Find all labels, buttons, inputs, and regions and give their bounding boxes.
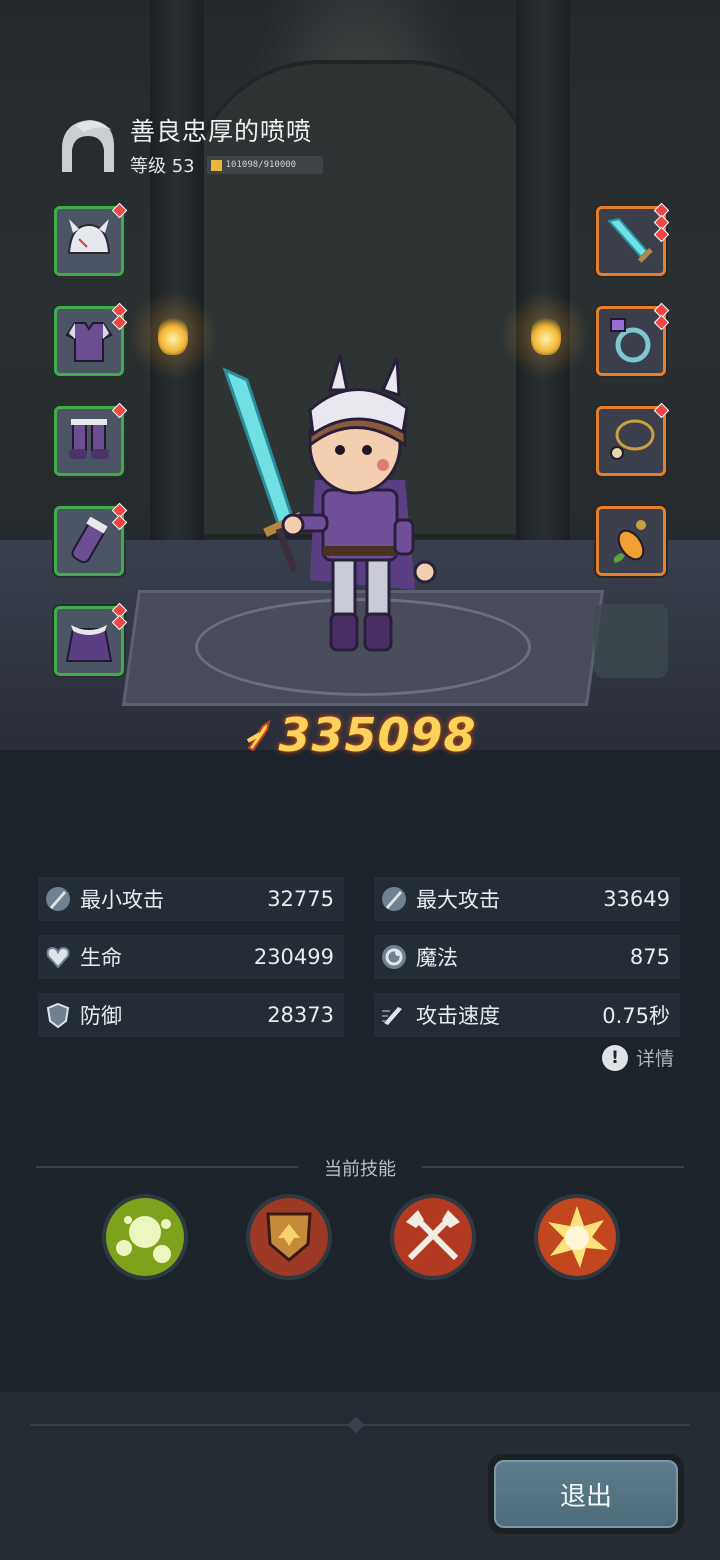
equip-slot-weapon[interactable] (596, 202, 670, 276)
exp-text: 101098/910000 (225, 160, 297, 170)
sword-stat-icon (46, 887, 70, 911)
level-row: 等级 53 101098/910000 (130, 152, 323, 178)
pillar (150, 0, 204, 560)
skill-poison-bubbles[interactable] (102, 1194, 188, 1280)
stat-value: 32775 (267, 887, 334, 911)
equip-slot-bracer[interactable] (54, 502, 128, 576)
necklace-icon (610, 419, 655, 460)
skill-explosion[interactable] (534, 1194, 620, 1280)
skill-crossed-axes[interactable] (390, 1194, 476, 1280)
torch-icon (158, 315, 188, 355)
sword-icon (607, 217, 653, 263)
stat-value: 230499 (253, 945, 334, 969)
stat-value: 0.75秒 (602, 1004, 670, 1028)
equip-slot-cape[interactable] (54, 602, 128, 676)
exp-bar: 101098/910000 (206, 156, 323, 174)
bracer-icon (71, 517, 108, 564)
shield-crest-icon (250, 1198, 328, 1276)
stat-value: 28373 (267, 1003, 334, 1027)
equip-slot-ring[interactable] (596, 302, 670, 376)
stat-label: 最小攻击 (80, 888, 164, 912)
details-label: 详情 (636, 1048, 675, 1070)
equip-slot-boots[interactable] (54, 402, 128, 476)
pillar (516, 0, 570, 560)
ring-icon (610, 318, 651, 363)
shield-icon (46, 1002, 70, 1029)
stat-attack-speed: 攻击速度 0.75秒 (374, 993, 680, 1037)
speed-icon (382, 1007, 402, 1025)
equip-slot-armor[interactable] (54, 302, 128, 376)
explosion-icon (538, 1198, 616, 1276)
exit-button[interactable]: 退出 (488, 1454, 684, 1534)
poison-bubbles-icon (106, 1198, 184, 1276)
exp-icon (210, 159, 222, 171)
armor-icon (65, 322, 113, 362)
level-label: 等级 53 (130, 156, 195, 177)
player-avatar-helmet-icon[interactable] (56, 116, 118, 176)
stat-defense: 防御 28373 (38, 993, 344, 1037)
details-button[interactable]: ! 详情 (602, 1044, 674, 1071)
combat-power: 335098 (0, 708, 720, 762)
amulet-icon (613, 520, 646, 563)
skill-shield-crest[interactable] (246, 1194, 332, 1280)
helmet-icon (67, 219, 111, 254)
stat-hp: 生命 230499 (38, 935, 344, 979)
torch-icon (531, 315, 561, 355)
skills-title: 当前技能 (324, 1159, 396, 1180)
stat-label: 生命 (80, 946, 122, 970)
exit-button-label: 退出 (494, 1460, 678, 1528)
crossed-axes-icon (394, 1198, 472, 1276)
stat-label: 最大攻击 (416, 888, 500, 912)
sword-stat-icon (382, 887, 406, 911)
locked-slot-icon[interactable] (594, 604, 668, 678)
stat-label: 攻击速度 (416, 1004, 500, 1028)
stat-value: 875 (629, 945, 670, 969)
equip-slot-necklace[interactable] (596, 402, 670, 476)
boots-icon (69, 419, 109, 459)
info-icon: ! (602, 1044, 628, 1071)
cape-icon (65, 625, 113, 662)
hero-character[interactable] (215, 350, 455, 660)
stat-label: 魔法 (416, 946, 458, 970)
stat-mp: 魔法 875 (374, 935, 680, 979)
stat-max-attack: 最大攻击 33649 (374, 877, 680, 921)
stat-label: 防御 (80, 1004, 122, 1028)
stat-value: 33649 (603, 887, 670, 911)
magic-icon (382, 945, 406, 969)
equip-slot-amulet[interactable] (596, 506, 666, 576)
heart-icon (46, 946, 70, 969)
combat-power-value: 335098 (278, 708, 477, 762)
power-sword-icon (247, 719, 272, 752)
equip-slot-helmet[interactable] (54, 202, 128, 276)
player-name: 善良忠厚的喷喷 (130, 117, 313, 146)
stat-min-attack: 最小攻击 32775 (38, 877, 344, 921)
